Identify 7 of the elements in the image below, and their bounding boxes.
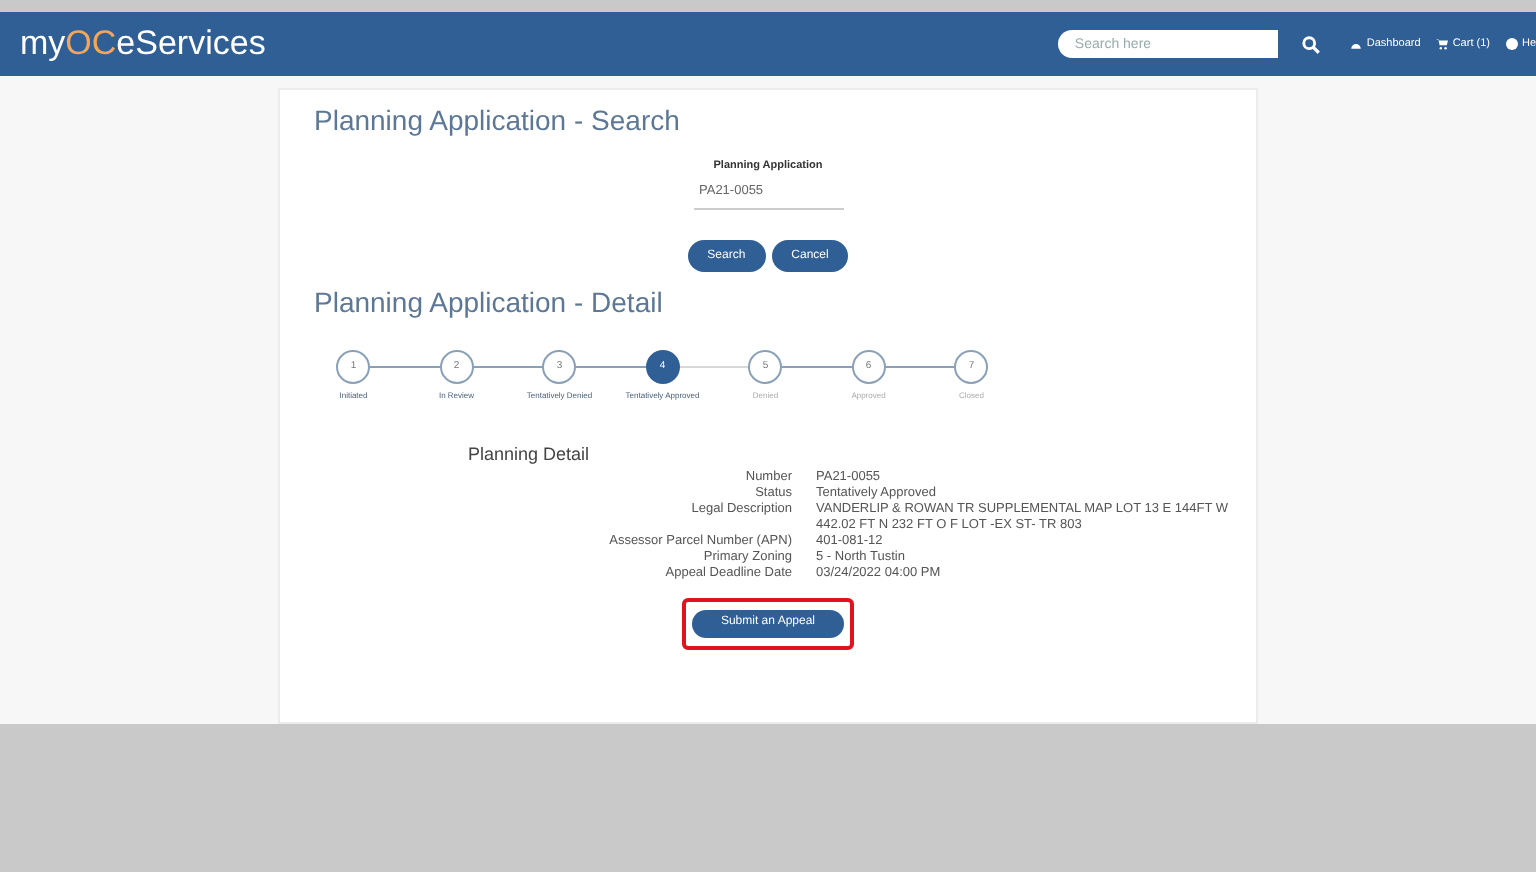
search-icon[interactable] bbox=[1302, 35, 1321, 53]
section-title: Planning Application - Search bbox=[314, 102, 682, 140]
site-logo[interactable]: myOCeServices bbox=[20, 18, 266, 70]
detail-heading: Planning Detail bbox=[468, 442, 592, 468]
dashboard-icon bbox=[1350, 38, 1363, 50]
cart-icon bbox=[1436, 38, 1449, 50]
section-title: Planning Application - Detail bbox=[314, 284, 665, 322]
